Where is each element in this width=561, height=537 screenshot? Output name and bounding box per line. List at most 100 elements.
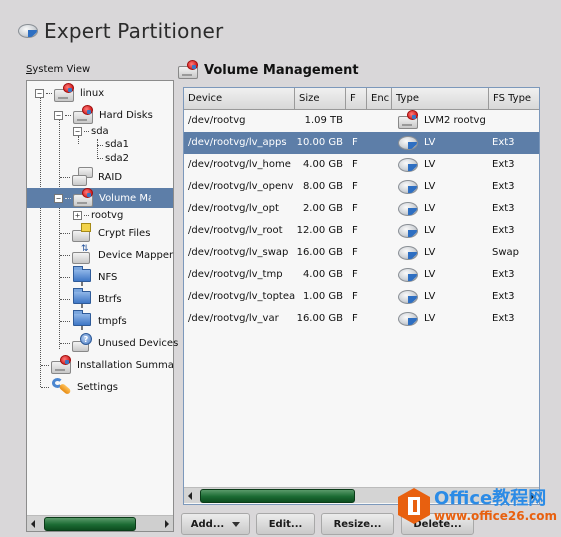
edit-button[interactable]: Edit...: [256, 513, 315, 535]
volume-management-icon: [178, 60, 200, 80]
tree-item-volume-management[interactable]: − Volume Management: [27, 188, 173, 208]
cell-enc: [370, 198, 390, 220]
table-row[interactable]: /dev/rootvg 1.09 TB LVM2 rootvg: [184, 110, 539, 132]
column-header-type[interactable]: Type: [392, 88, 489, 109]
cell-enc: [370, 154, 390, 176]
table-row[interactable]: /dev/rootvg/lv_opt 2.00 GB F LV Ext3: [184, 198, 539, 220]
cell-fs-type: Ext3: [492, 181, 515, 192]
scroll-left-arrow-icon[interactable]: [31, 520, 35, 528]
tree-horizontal-scrollbar[interactable]: [27, 515, 173, 531]
cell-enc: [370, 264, 390, 286]
network-folder-icon: [72, 310, 94, 331]
collapse-toggle[interactable]: −: [73, 126, 82, 136]
cell-fs-type: Ext3: [492, 269, 515, 280]
cell-device: /dev/rootvg/lv_tmp: [188, 269, 283, 280]
tree-item-linux[interactable]: − linux: [35, 83, 104, 103]
volume-icon: [73, 188, 95, 208]
cell-enc: [370, 220, 390, 242]
scroll-left-arrow-icon[interactable]: [188, 492, 192, 500]
office-logo-icon: [398, 488, 430, 524]
column-header-f[interactable]: F: [346, 88, 367, 109]
cell-size: 1.00 GB: [302, 291, 343, 302]
tree-item-unused-devices[interactable]: ? Unused Devices: [60, 333, 178, 353]
volume-table[interactable]: Device Size F Enc Type FS Type /dev/root…: [183, 87, 540, 505]
tree-connector: [97, 139, 98, 159]
collapse-toggle[interactable]: −: [54, 110, 63, 120]
tree-item-btrfs[interactable]: Btrfs: [60, 288, 122, 309]
cell-f: F: [352, 313, 358, 324]
tree-item-nfs[interactable]: NFS: [60, 266, 118, 287]
table-row[interactable]: /dev/rootvg/lv_openv 8.00 GB F LV Ext3: [184, 176, 539, 198]
disc-icon: [398, 156, 418, 174]
cell-size: 4.00 GB: [302, 159, 343, 170]
column-header-device[interactable]: Device: [184, 88, 295, 109]
cell-device: /dev/rootvg/lv_swap: [188, 247, 289, 258]
volume-group-icon: [398, 110, 420, 130]
collapse-toggle[interactable]: −: [35, 88, 44, 98]
disc-icon: [398, 288, 418, 306]
column-header-enc[interactable]: Enc: [367, 88, 392, 109]
tree-item-raid[interactable]: RAID: [60, 167, 122, 187]
tree-item-settings[interactable]: Settings: [41, 377, 118, 397]
tree-item-sda[interactable]: − sda: [73, 122, 109, 140]
cell-f: F: [352, 203, 358, 214]
cell-f: F: [352, 159, 358, 170]
table-row[interactable]: /dev/rootvg/lv_var 16.00 GB F LV Ext3: [184, 308, 539, 330]
scroll-thumb[interactable]: [44, 517, 136, 531]
tree-item-label: Hard Disks: [99, 109, 153, 121]
scroll-thumb[interactable]: [200, 489, 355, 503]
settings-icon: [51, 377, 73, 397]
tree-item-sda2[interactable]: sda2: [105, 150, 129, 166]
tree-item-label: Volume Management: [99, 192, 151, 204]
cell-size: 8.00 GB: [302, 181, 343, 192]
disc-icon: [398, 178, 418, 196]
cell-f: F: [352, 269, 358, 280]
window-title: Expert Partitioner: [44, 19, 224, 43]
cell-fs-type: Ext3: [492, 203, 515, 214]
device-mapper-icon: ⇅: [72, 245, 94, 265]
tree-item-label: sda2: [105, 152, 130, 164]
cell-size: 10.00 GB: [296, 137, 343, 148]
tree-item-tmpfs[interactable]: tmpfs: [60, 310, 127, 331]
table-row[interactable]: /dev/rootvg/lv_home 4.00 GB F LV Ext3: [184, 154, 539, 176]
table-row[interactable]: /dev/rootvg/lv_root 12.00 GB F LV Ext3: [184, 220, 539, 242]
tree-item-label: NFS: [98, 271, 118, 283]
cell-size: 12.00 GB: [296, 225, 343, 236]
system-view-tree[interactable]: − linux − Hard Disks − sda sda1 sda2 RAI…: [26, 80, 178, 532]
hard-disk-icon: [51, 355, 73, 375]
scroll-right-arrow-icon[interactable]: [165, 520, 169, 528]
resize-button[interactable]: Resize...: [321, 513, 394, 535]
cell-fs-type: Ext3: [492, 291, 515, 302]
network-folder-icon: [72, 288, 94, 309]
disc-icon: [398, 134, 418, 152]
collapse-toggle[interactable]: −: [54, 193, 63, 203]
table-row[interactable]: /dev/rootvg/lv_tmp 4.00 GB F LV Ext3: [184, 264, 539, 286]
tree-item-installation-summary[interactable]: Installation Summary: [41, 355, 173, 375]
column-header-size[interactable]: Size: [295, 88, 346, 109]
tree-item-label: Device Mapper: [98, 249, 174, 261]
tree-item-device-mapper[interactable]: ⇅ Device Mapper: [60, 245, 173, 265]
cell-fs-type: Ext3: [492, 159, 515, 170]
add-button[interactable]: Add...: [181, 513, 250, 535]
tree-item-rootvg[interactable]: + rootvg: [73, 207, 123, 223]
column-header-fs-type[interactable]: FS Type: [489, 88, 539, 109]
disc-icon: [398, 200, 418, 218]
table-row[interactable]: /dev/rootvg/lv_apps 10.00 GB F LV Ext3: [184, 132, 539, 154]
tree-connector: [97, 158, 103, 159]
cell-type: LV: [424, 291, 436, 302]
cell-enc: [370, 286, 390, 308]
crypt-icon: [72, 223, 94, 243]
table-row[interactable]: /dev/rootvg/lv_toptea 1.00 GB F LV Ext3: [184, 286, 539, 308]
section-title: Volume Management: [204, 62, 359, 78]
cell-f: F: [352, 181, 358, 192]
tree-item-label: Crypt Files: [98, 227, 151, 239]
system-view-label: System View: [26, 64, 91, 75]
tree-item-crypt-files[interactable]: Crypt Files: [60, 223, 150, 243]
cell-fs-type: Ext3: [492, 137, 515, 148]
expand-toggle[interactable]: +: [73, 210, 82, 220]
cell-f: F: [352, 291, 358, 302]
raid-icon: [72, 167, 94, 187]
cell-device: /dev/rootvg/lv_home: [188, 159, 291, 170]
cell-enc: [370, 176, 390, 198]
table-row[interactable]: /dev/rootvg/lv_swap 16.00 GB F LV Swap: [184, 242, 539, 264]
